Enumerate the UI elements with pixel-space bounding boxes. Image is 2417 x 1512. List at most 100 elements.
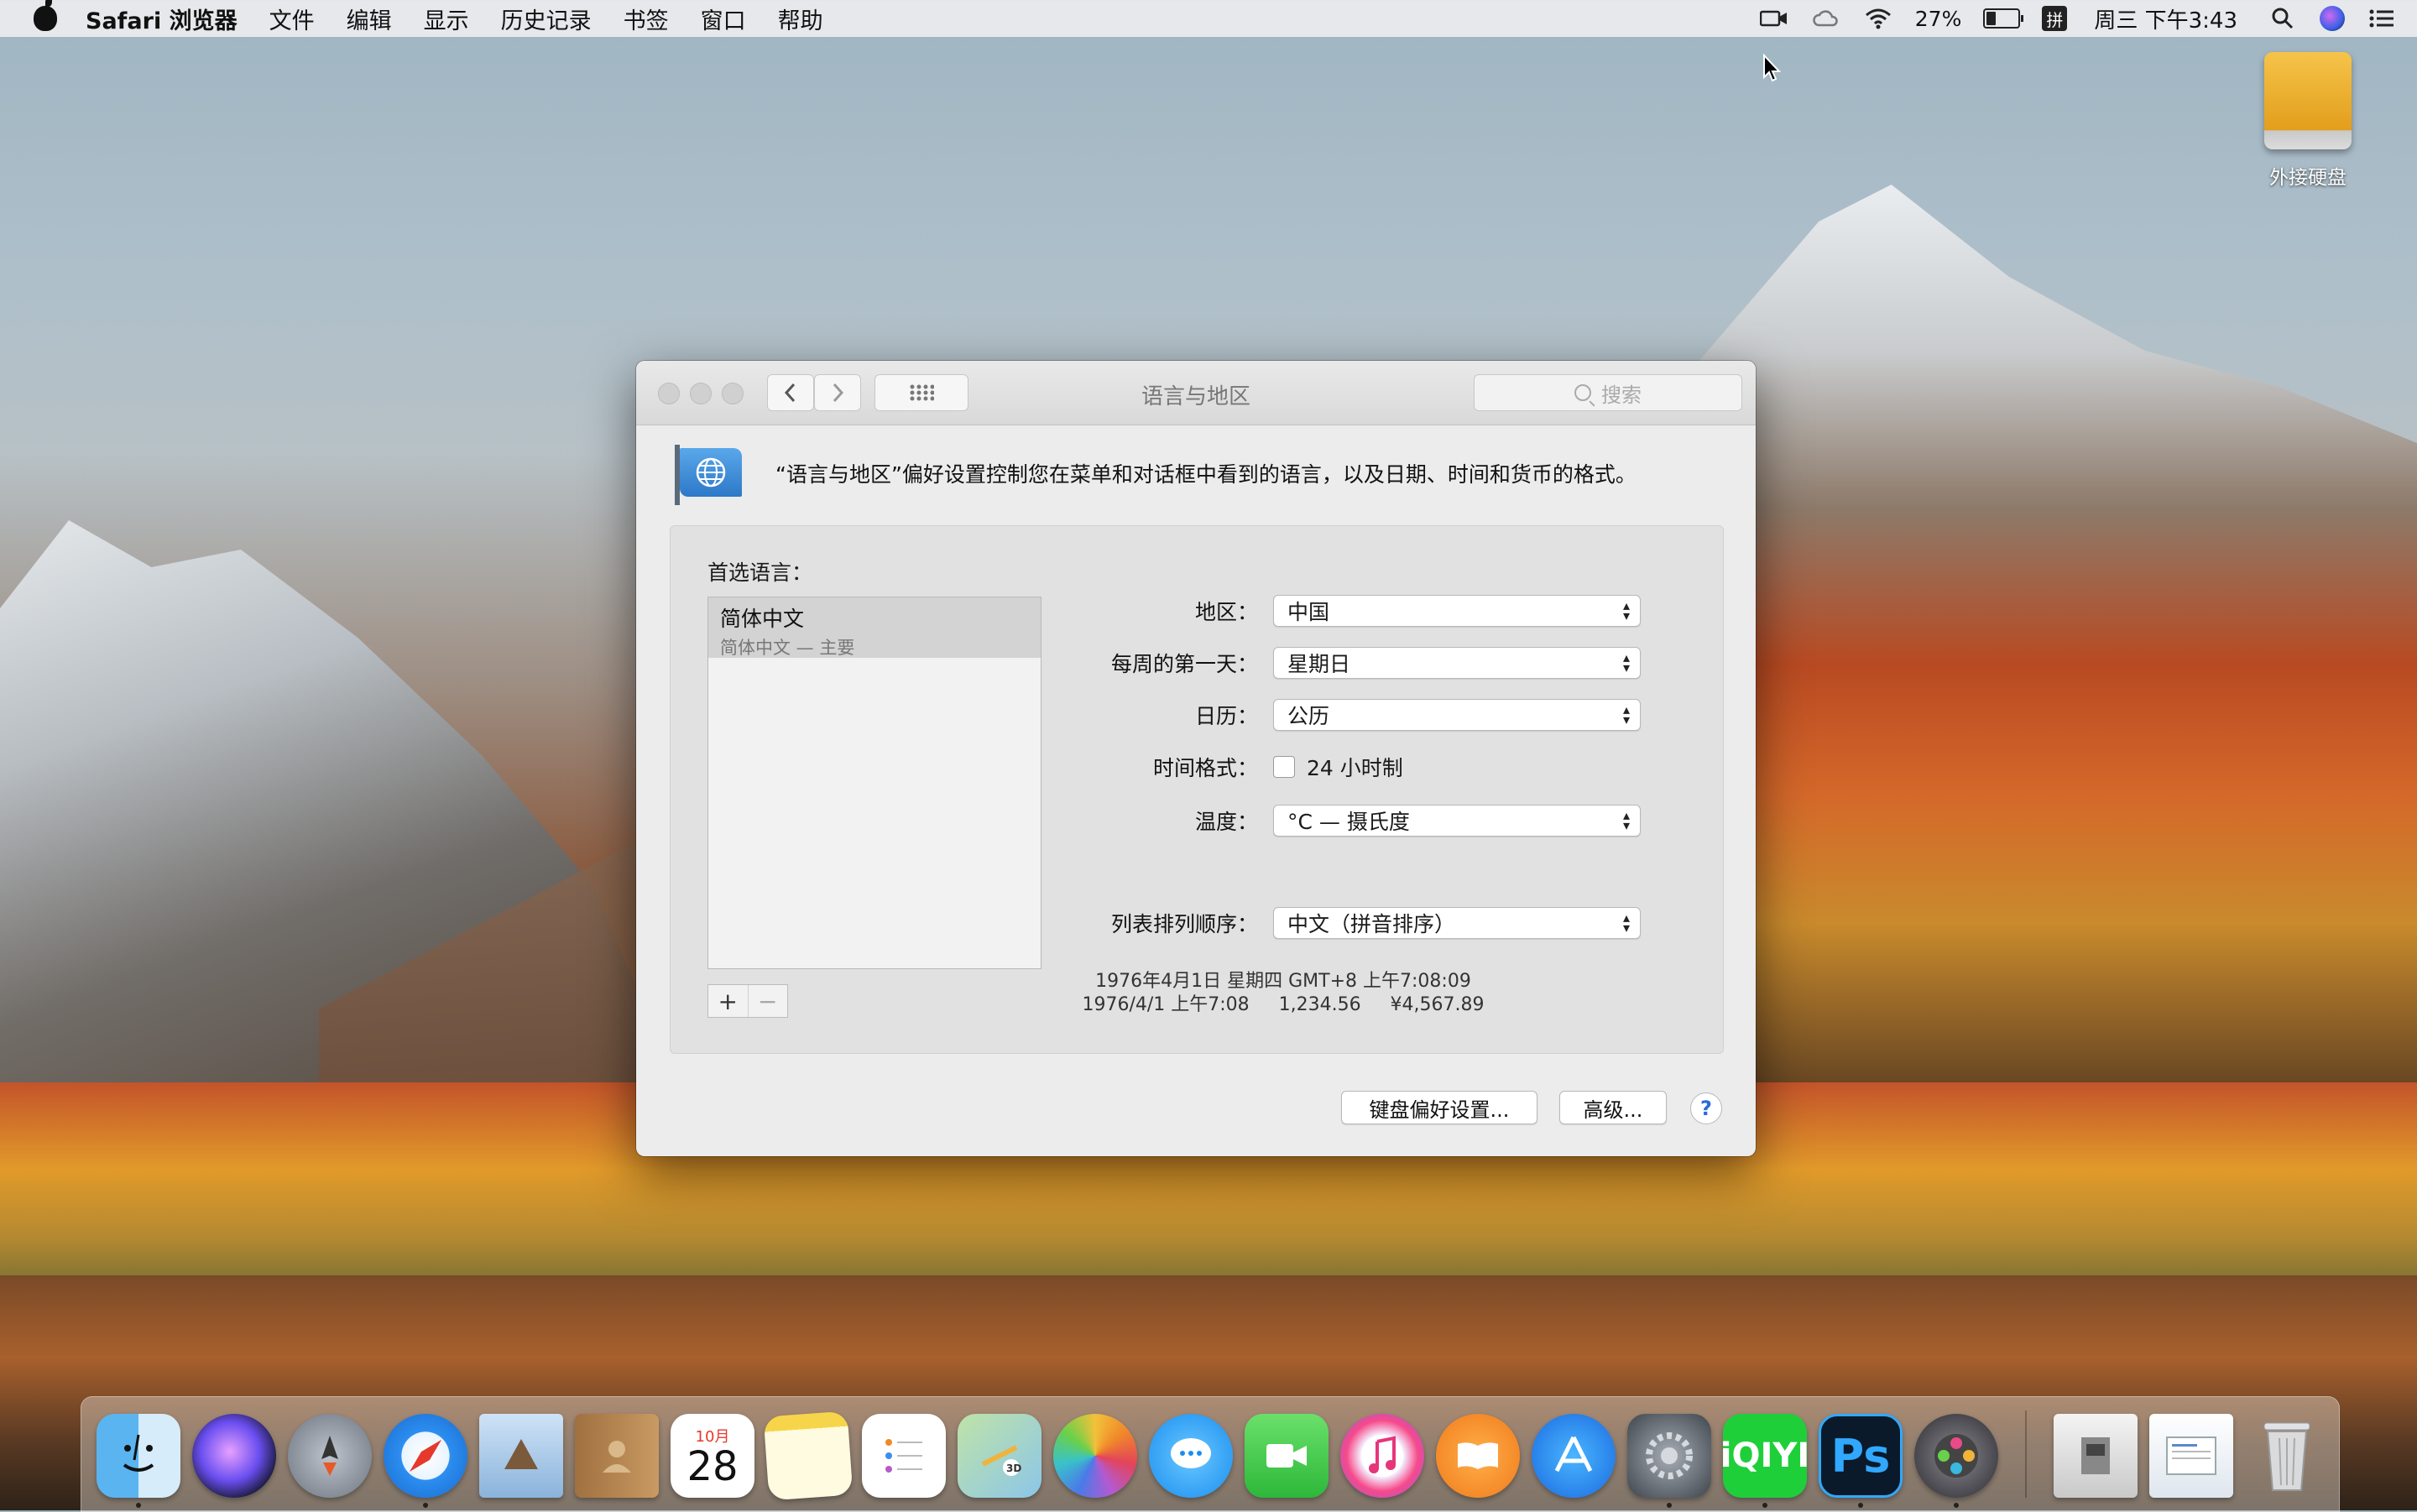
stepper-arrows-icon: ▴ ▾ <box>1622 649 1630 675</box>
search-placeholder: 搜索 <box>1601 383 1642 407</box>
running-indicator <box>1762 1503 1767 1508</box>
running-indicator <box>1954 1503 1959 1508</box>
menu-bookmarks[interactable]: 书签 <box>624 3 669 35</box>
external-drive[interactable]: 外接硬盘 <box>2258 52 2358 190</box>
region-row: 地区： 中国 ▴ ▾ <box>1082 593 1641 628</box>
search-field[interactable]: 搜索 <box>1474 374 1742 411</box>
first-day-value: 星期日 <box>1287 652 1351 676</box>
downloads-stack-icon[interactable] <box>2054 1414 2138 1498</box>
help-button[interactable]: ? <box>1690 1092 1722 1124</box>
menu-window[interactable]: 窗口 <box>701 3 746 35</box>
globe-flag-icon <box>675 445 742 505</box>
battery-percent: 27% <box>1914 6 1962 31</box>
region-value: 中国 <box>1287 600 1330 624</box>
menu-help[interactable]: 帮助 <box>778 3 823 35</box>
menu-bar: Safari 浏览器 文件 编辑 显示 历史记录 书签 窗口 帮助 27% 拼 … <box>0 0 2417 37</box>
add-language-button[interactable]: + <box>708 985 748 1017</box>
keyboard-preferences-button[interactable]: 键盘偏好设置... <box>1341 1091 1537 1124</box>
photo-slideshow-icon[interactable] <box>1914 1414 1998 1498</box>
facetime-icon[interactable] <box>1245 1414 1329 1498</box>
reminders-icon[interactable] <box>862 1414 946 1498</box>
iqiyi-icon[interactable]: iQIYI <box>1720 1414 1809 1498</box>
24-hour-checkbox[interactable] <box>1273 756 1295 778</box>
siri-app-icon[interactable] <box>192 1414 276 1498</box>
temperature-row: 温度： °C — 摄氏度 ▴ ▾ <box>1082 803 1641 838</box>
calendar-value: 公历 <box>1287 704 1330 728</box>
camera-icon[interactable] <box>1759 8 1789 29</box>
contacts-icon[interactable] <box>575 1414 659 1498</box>
photos-icon[interactable] <box>1053 1414 1137 1498</box>
running-indicator <box>136 1503 141 1508</box>
temperature-select[interactable]: °C — 摄氏度 ▴ ▾ <box>1273 805 1641 837</box>
calendar-icon[interactable]: 10月 28 <box>671 1414 754 1498</box>
24-hour-label[interactable]: 24 小时制 <box>1307 752 1403 782</box>
menu-app-name[interactable]: Safari 浏览器 <box>86 3 238 35</box>
battery-fill <box>1986 12 1997 25</box>
running-indicator <box>1858 1503 1863 1508</box>
wifi-icon[interactable] <box>1863 8 1893 29</box>
calendar-select[interactable]: 公历 ▴ ▾ <box>1273 699 1641 731</box>
documents-stack-icon[interactable] <box>2149 1414 2233 1498</box>
sort-order-value: 中文（拼音排序） <box>1287 912 1456 936</box>
photoshop-icon[interactable]: Ps <box>1819 1414 1903 1498</box>
language-subtitle: 简体中文 — 主要 <box>720 638 855 658</box>
preferred-languages-label: 首选语言： <box>707 560 813 585</box>
finder-icon[interactable] <box>97 1414 180 1498</box>
calendar-day: 28 <box>686 1443 739 1490</box>
calendar-label: 日历： <box>1194 704 1258 728</box>
pane-description: “语言与地区”偏好设置控制您在菜单和对话框中看到的语言，以及日期、时间和货币的格… <box>775 462 1637 487</box>
region-select[interactable]: 中国 ▴ ▾ <box>1273 595 1641 627</box>
external-drive-icon <box>2264 52 2352 149</box>
apple-icon[interactable] <box>34 0 57 31</box>
region-label: 地区： <box>1194 600 1258 624</box>
title-bar[interactable]: 语言与地区 搜索 <box>636 361 1756 425</box>
settings-panel: 首选语言： 简体中文 简体中文 — 主要 + − 地区： 中国 ▴ ▾ 每周的第一… <box>670 525 1724 1054</box>
trash-icon[interactable] <box>2245 1414 2329 1498</box>
external-drive-label: 外接硬盘 <box>2269 167 2347 189</box>
menu-view[interactable]: 显示 <box>424 3 469 35</box>
search-icon <box>1574 384 1591 401</box>
siri-icon[interactable] <box>2320 6 2345 31</box>
spotlight-icon[interactable] <box>2268 8 2298 29</box>
battery-icon[interactable] <box>1983 8 2024 29</box>
safari-icon[interactable] <box>384 1414 467 1498</box>
sort-order-select[interactable]: 中文（拼音排序） ▴ ▾ <box>1273 907 1641 939</box>
stepper-arrows-icon: ▴ ▾ <box>1622 910 1630 936</box>
stepper-arrows-icon: ▴ ▾ <box>1622 807 1630 833</box>
launchpad-icon[interactable] <box>288 1414 372 1498</box>
creative-cloud-icon[interactable] <box>1811 8 1841 29</box>
time-format-row: 时间格式： 24 小时制 <box>1082 749 1403 785</box>
preferred-languages-list[interactable]: 简体中文 简体中文 — 主要 <box>707 597 1041 969</box>
mail-icon[interactable] <box>479 1414 563 1498</box>
menu-history[interactable]: 历史记录 <box>501 3 592 35</box>
menu-file[interactable]: 文件 <box>269 3 315 35</box>
time-format-label: 时间格式： <box>1152 756 1258 780</box>
ibooks-icon[interactable] <box>1436 1414 1520 1498</box>
dock: 10月 28 3D iQIYI Ps <box>81 1396 2340 1512</box>
notification-center-icon[interactable] <box>2367 8 2397 29</box>
first-day-select[interactable]: 星期日 ▴ ▾ <box>1273 647 1641 679</box>
notes-icon[interactable] <box>763 1410 854 1501</box>
calendar-row: 日历： 公历 ▴ ▾ <box>1082 697 1641 733</box>
remove-language-button[interactable]: − <box>747 985 788 1017</box>
sort-order-label: 列表排列顺序： <box>1110 912 1258 936</box>
first-day-label: 每周的第一天： <box>1110 652 1258 676</box>
advanced-button[interactable]: 高级... <box>1559 1091 1667 1124</box>
menu-clock[interactable]: 周三 下午3:43 <box>2094 3 2237 34</box>
itunes-icon[interactable] <box>1340 1414 1424 1498</box>
pane-header: “语言与地区”偏好设置控制您在菜单和对话框中看到的语言，以及日期、时间和货币的格… <box>675 445 1637 505</box>
stepper-arrows-icon: ▴ ▾ <box>1622 597 1630 623</box>
svg-text:3D: 3D <box>1006 1462 1021 1474</box>
input-method-icon[interactable]: 拼 <box>2042 6 2068 31</box>
language-add-remove: + − <box>707 984 788 1018</box>
messages-icon[interactable] <box>1149 1414 1233 1498</box>
app-store-icon[interactable] <box>1532 1414 1616 1498</box>
maps-icon[interactable]: 3D <box>958 1414 1041 1498</box>
list-item[interactable]: 简体中文 简体中文 — 主要 <box>708 597 1041 658</box>
sample-format-line: 1976/4/1 上午7:08 1,234.56 ¥4,567.89 <box>1082 994 1485 1015</box>
temperature-value: °C — 摄氏度 <box>1287 810 1410 834</box>
sort-order-row: 列表排列顺序： 中文（拼音排序） ▴ ▾ <box>1082 905 1641 941</box>
temperature-label: 温度： <box>1194 810 1258 834</box>
menu-edit[interactable]: 编辑 <box>347 3 392 35</box>
system-preferences-icon[interactable] <box>1627 1414 1711 1498</box>
